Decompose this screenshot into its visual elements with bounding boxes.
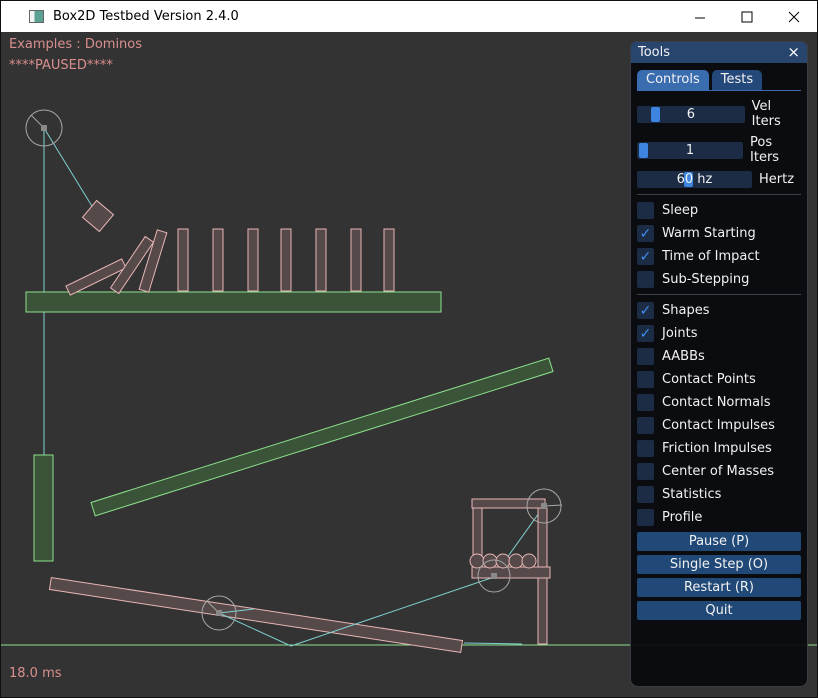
checkbox-statistics[interactable]: Statistics [637,486,801,503]
app-window: Box2D Testbed Version 2.4.0 [0,0,818,698]
checkbox-label: Profile [662,510,702,525]
checkmark-icon[interactable]: ✓ [637,302,654,319]
checkbox-empty[interactable] [637,417,654,434]
checkbox-warm-starting[interactable]: ✓ Warm Starting [637,225,801,242]
slider-vel-iters: 6 Vel Iters [637,99,801,129]
checkbox-profile[interactable]: Profile [637,509,801,526]
slider-track-pos-iters[interactable]: 1 [637,142,743,159]
checkbox-contact-normals[interactable]: Contact Normals [637,394,801,411]
checkbox-empty[interactable] [637,271,654,288]
static-vertical-block [34,455,53,561]
checkbox-empty[interactable] [637,509,654,526]
panel-close-icon[interactable]: × [787,45,800,60]
frame-time-label: 18.0 ms [9,666,62,681]
checkbox-sleep[interactable]: Sleep [637,202,801,219]
checkbox-sub-stepping[interactable]: Sub-Stepping [637,271,801,288]
static-platform [26,292,441,312]
checkbox-joints[interactable]: ✓ Joints [637,325,801,342]
slider-label: Vel Iters [752,99,801,129]
checkbox-contact-points[interactable]: Contact Points [637,371,801,388]
checkbox-shapes[interactable]: ✓ Shapes [637,302,801,319]
checkbox-empty[interactable] [637,440,654,457]
window-titlebar: Box2D Testbed Version 2.4.0 [1,1,817,32]
checkbox-label: Contact Points [662,372,756,387]
tools-panel-titlebar[interactable]: Tools × [631,42,807,63]
checkbox-contact-impulses[interactable]: Contact Impulses [637,417,801,434]
checkbox-label: Sub-Stepping [662,272,749,287]
close-icon [788,11,800,23]
separator [637,194,801,195]
checkbox-aabbs[interactable]: AABBs [637,348,801,365]
slider-value: 1 [637,142,743,159]
slider-hertz: 60 hz Hertz [637,171,801,188]
checkmark-icon[interactable]: ✓ [637,248,654,265]
checkbox-center-of-masses[interactable]: Center of Masses [637,463,801,480]
app-icon [29,10,44,23]
tools-panel: Tools × Controls Tests 6 Vel Iters 1 Pos It… [630,41,808,687]
slider-value: 6 [637,106,745,123]
checkbox-label: Statistics [662,487,721,502]
checkbox-label: AABBs [662,349,705,364]
maximize-button[interactable] [723,1,770,32]
checkbox-empty[interactable] [637,486,654,503]
pendulum-bob[interactable] [83,201,114,232]
window-title: Box2D Testbed Version 2.4.0 [53,9,239,24]
slider-value: 60 hz [637,171,752,188]
tabbar: Controls Tests [637,70,801,91]
tab-controls[interactable]: Controls [637,70,709,90]
checkbox-label: Sleep [662,203,698,218]
checkbox-empty[interactable] [637,202,654,219]
checkbox-label: Time of Impact [662,249,760,264]
separator [637,294,801,295]
button-restart-r[interactable]: Restart (R) [637,578,801,597]
slider-label: Hertz [759,172,794,187]
minimize-button[interactable] [676,1,723,32]
checkbox-label: Friction Impulses [662,441,772,456]
checkbox-label: Joints [662,326,698,341]
checkmark-icon[interactable]: ✓ [637,225,654,242]
checkbox-label: Contact Normals [662,395,771,410]
button-quit[interactable]: Quit [637,601,801,620]
close-button[interactable] [770,1,817,32]
tab-tests[interactable]: Tests [712,70,762,90]
button-single-step-o[interactable]: Single Step (O) [637,555,801,574]
checkbox-friction-impulses[interactable]: Friction Impulses [637,440,801,457]
slider-track-vel-iters[interactable]: 6 [637,106,745,123]
checkbox-label: Contact Impulses [662,418,775,433]
checkbox-label: Center of Masses [662,464,774,479]
checkbox-label: Shapes [662,303,709,318]
checkbox-group: Sleep ✓ Warm Starting ✓ Time of Impact Sub-St… [637,202,801,526]
panel-button-group: Pause (P) Single Step (O) Restart (R) Quit [637,532,801,620]
button-pause-p[interactable]: Pause (P) [637,532,801,551]
joint-line [464,643,522,644]
paused-label: ****PAUSED**** [9,58,113,73]
checkbox-label: Warm Starting [662,226,756,241]
checkbox-time-of-impact[interactable]: ✓ Time of Impact [637,248,801,265]
shelf-balls[interactable] [470,554,536,568]
static-angled-plank [91,358,553,516]
example-label: Examples : Dominos [9,37,142,52]
physics-canvas[interactable]: Examples : Dominos ****PAUSED**** 18.0 m… [1,32,818,698]
slider-pos-iters: 1 Pos Iters [637,135,801,165]
seesaw-plank[interactable] [49,578,462,653]
checkbox-empty[interactable] [637,394,654,411]
minimize-icon [694,11,706,23]
slider-group: 6 Vel Iters 1 Pos Iters 60 hz Hertz [637,99,801,188]
tools-panel-title: Tools [638,45,787,60]
joint-line-pendulum [44,128,98,216]
checkmark-icon[interactable]: ✓ [637,325,654,342]
dominoes-standing[interactable] [178,229,394,291]
slider-track-hertz[interactable]: 60 hz [637,171,752,188]
checkbox-empty[interactable] [637,463,654,480]
checkbox-empty[interactable] [637,348,654,365]
maximize-icon [741,11,753,23]
checkbox-empty[interactable] [637,371,654,388]
slider-label: Pos Iters [750,135,801,165]
frame-structure[interactable] [472,499,550,644]
